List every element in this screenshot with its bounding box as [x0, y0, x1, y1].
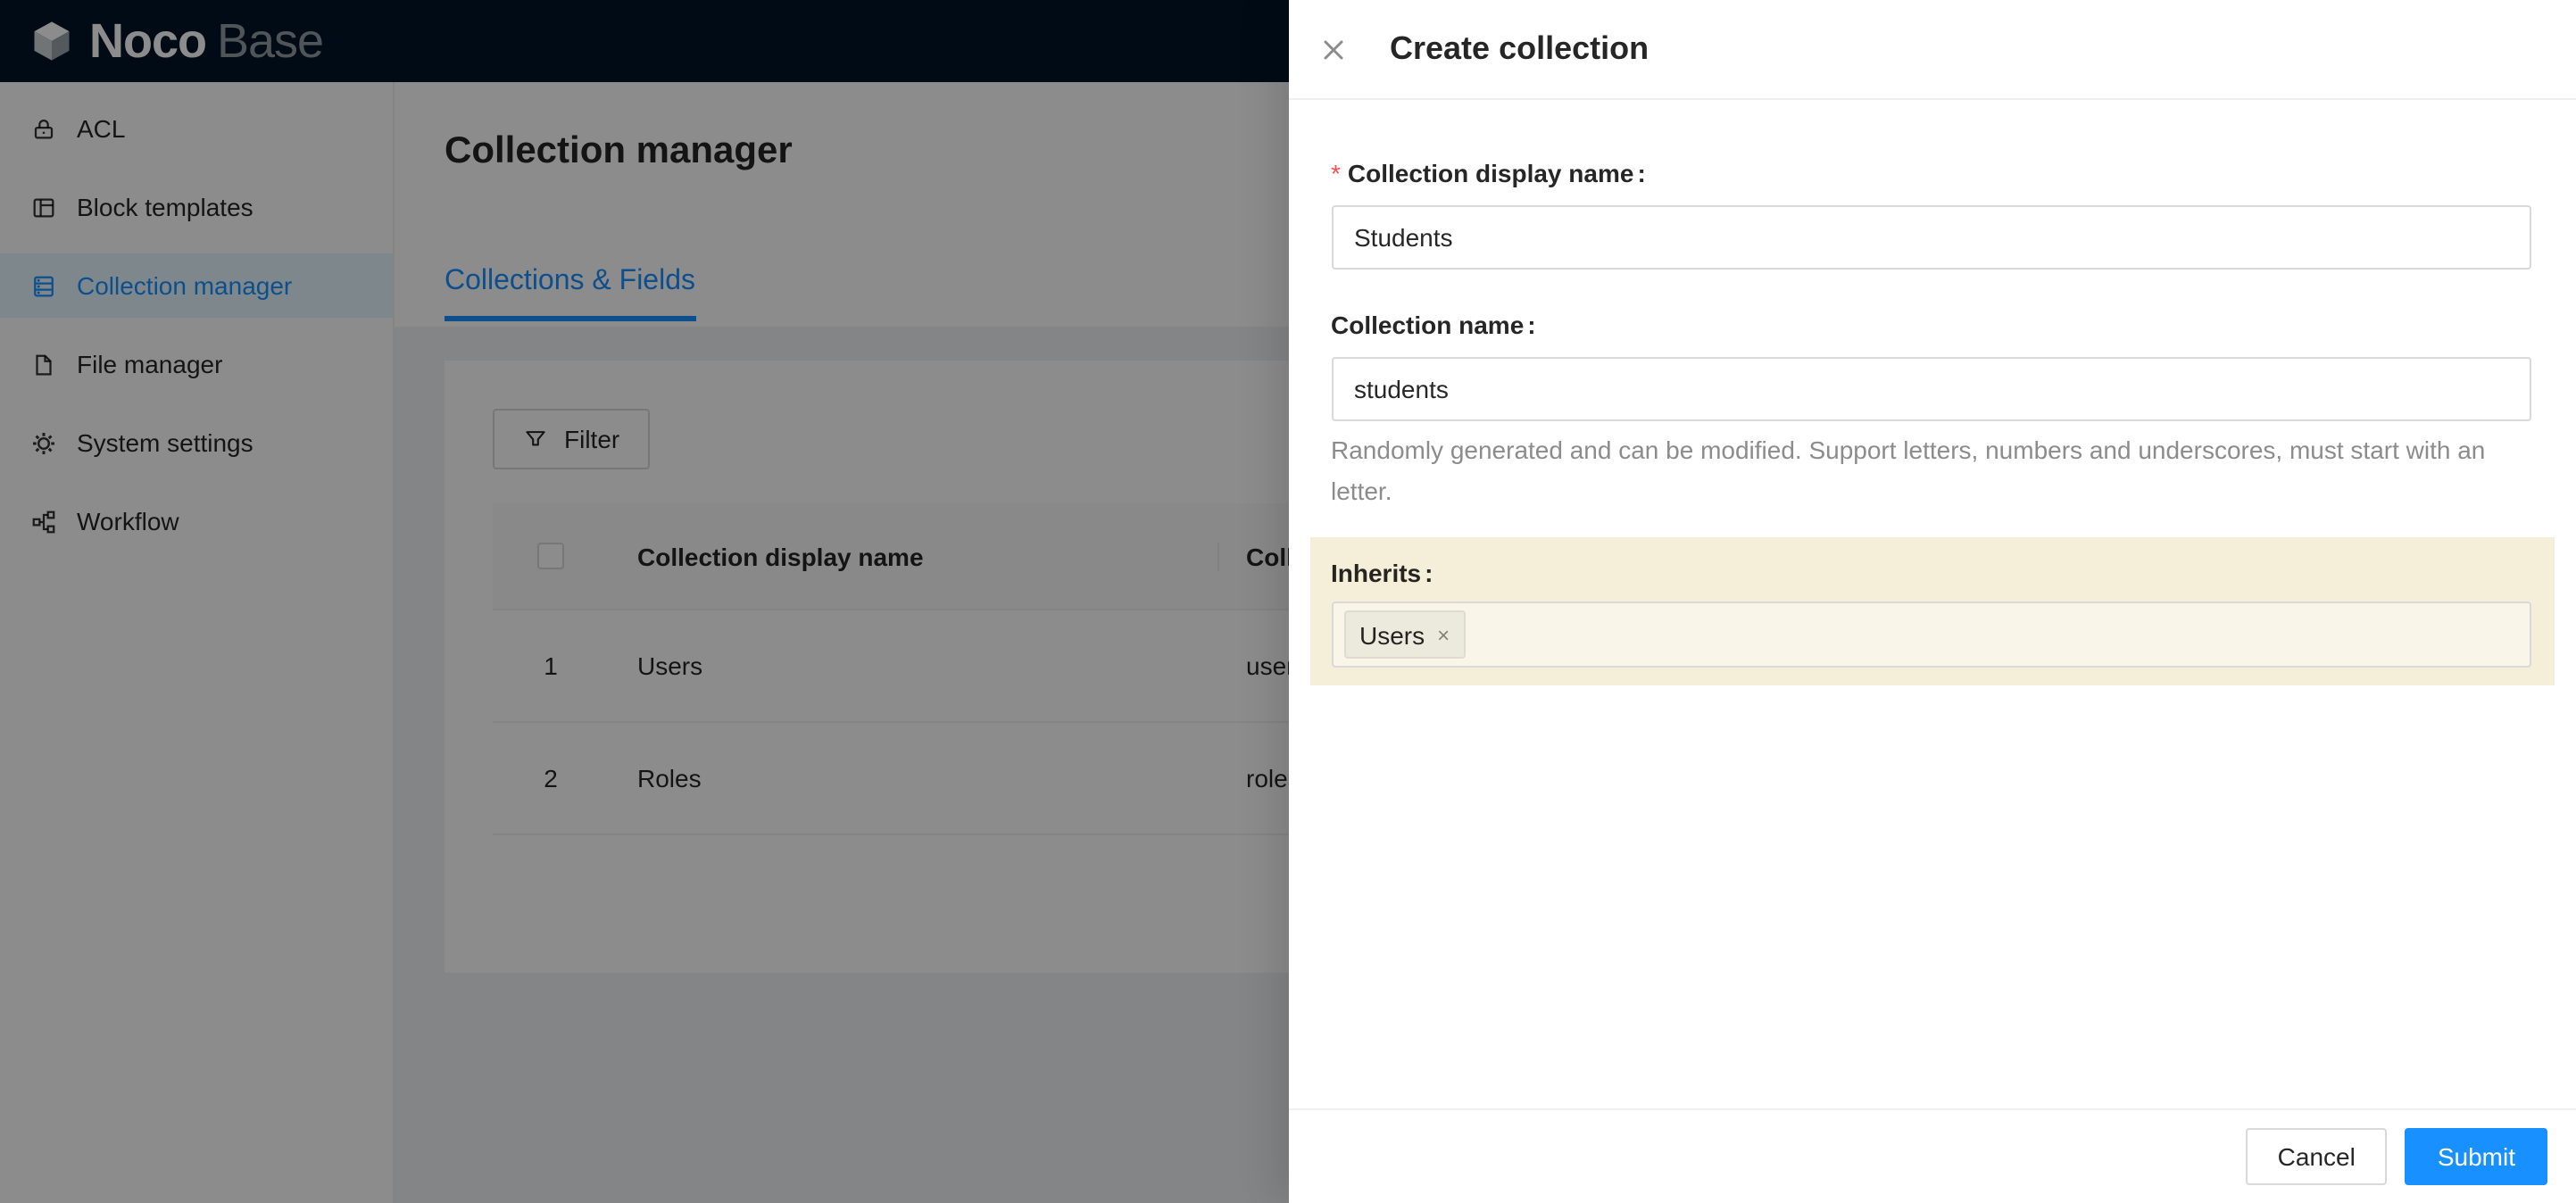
- close-icon[interactable]: [1318, 35, 1347, 63]
- drawer-header: Create collection: [1288, 0, 2576, 100]
- field-label: * Collection display name:: [1331, 159, 1646, 187]
- create-collection-drawer: Create collection * Collection display na…: [1288, 0, 2576, 1203]
- collection-display-name-input[interactable]: [1331, 205, 2530, 270]
- drawer-title: Create collection: [1390, 30, 1649, 66]
- submit-button[interactable]: Submit: [2405, 1128, 2547, 1185]
- drawer-footer: Cancel Submit: [1288, 1108, 2576, 1203]
- collection-name-input[interactable]: [1331, 357, 2530, 421]
- tag-remove-icon[interactable]: ×: [1437, 624, 1450, 645]
- tag-label: Users: [1359, 620, 1425, 649]
- field-inherits: Inherits: Users ×: [1309, 537, 2555, 685]
- field-collection-display-name: * Collection display name:: [1331, 153, 2533, 270]
- drawer-body: *Collection display name: Collection nam…: [1288, 100, 2576, 1108]
- field-label: Collection name:: [1331, 311, 1536, 339]
- inherits-select[interactable]: Users ×: [1331, 602, 2530, 668]
- cancel-button[interactable]: Cancel: [2245, 1128, 2388, 1185]
- app: Noco Base ACL Block templates Collection…: [0, 0, 2576, 1203]
- field-label: Inherits:: [1331, 559, 1433, 587]
- required-mark: *: [1331, 159, 1341, 187]
- inherits-tag: Users ×: [1343, 610, 1467, 659]
- field-collection-name: Collection name: Randomly generated and …: [1331, 305, 2533, 512]
- field-help-text: Randomly generated and can be modified. …: [1331, 436, 2486, 505]
